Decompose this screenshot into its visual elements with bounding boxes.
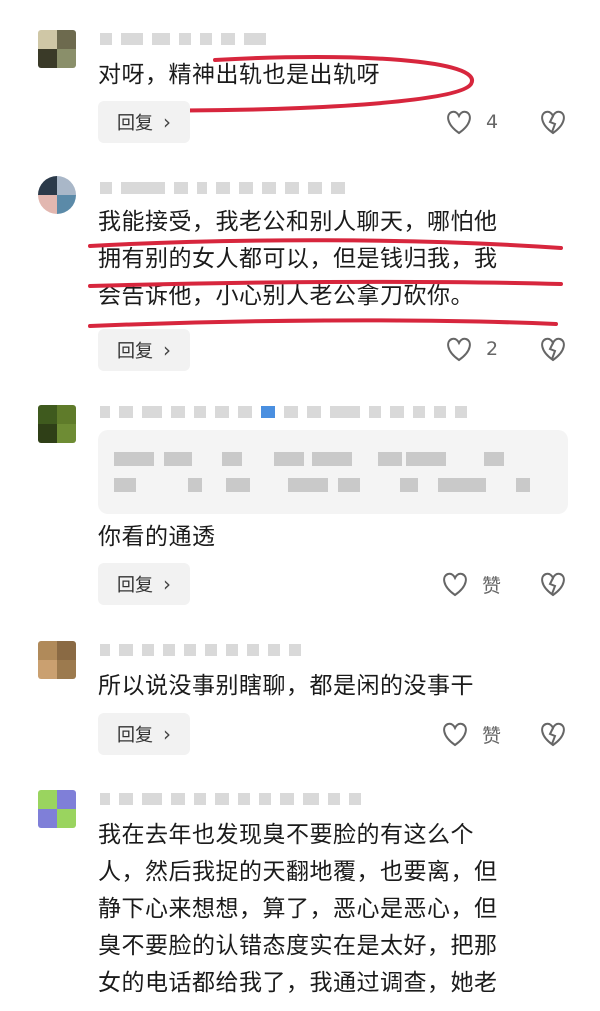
like-count: 2 bbox=[486, 338, 499, 360]
chevron-right-icon: › bbox=[163, 572, 171, 596]
reply-label: 回复 bbox=[117, 113, 153, 134]
like-count: 赞 bbox=[482, 574, 502, 597]
like-button[interactable]: 4 bbox=[444, 104, 498, 140]
quoted-content-blurred bbox=[98, 430, 568, 514]
comment-line: 我能接受，我老公和别人聊天，哪怕他 bbox=[98, 209, 498, 235]
reply-label: 回复 bbox=[117, 575, 153, 596]
comment-line: 拥有别的女人都可以，但是钱归我，我 bbox=[98, 246, 498, 272]
like-count: 4 bbox=[486, 111, 499, 133]
chevron-right-icon: › bbox=[163, 110, 171, 134]
reply-button[interactable]: 回复 › bbox=[98, 713, 190, 755]
broken-heart-icon[interactable] bbox=[538, 335, 568, 363]
username-blurred bbox=[100, 405, 467, 419]
comment-line: 人，然后我捉的天翻地覆，也要离，但 bbox=[98, 859, 498, 885]
heart-icon bbox=[447, 337, 471, 362]
like-button[interactable]: 赞 bbox=[440, 716, 501, 752]
like-count: 赞 bbox=[482, 724, 502, 747]
like-button[interactable]: 赞 bbox=[440, 566, 501, 602]
heart-icon bbox=[447, 110, 471, 135]
comment-line: 女的电话都给我了，我通过调查，她老 bbox=[98, 970, 498, 996]
broken-heart-icon[interactable] bbox=[538, 570, 568, 598]
chevron-right-icon: › bbox=[163, 338, 171, 362]
comment-text: 对呀，精神出轨也是出轨呀 bbox=[98, 57, 380, 94]
username-blurred bbox=[100, 792, 361, 806]
broken-heart-icon[interactable] bbox=[538, 108, 568, 136]
chevron-right-icon: › bbox=[163, 722, 171, 746]
comment-line: 静下心来想想，算了，恶心是恶心，但 bbox=[98, 896, 498, 922]
avatar[interactable] bbox=[38, 30, 76, 68]
comment-text: 我在去年也发现臭不要脸的有这么个 人，然后我捉的天翻地覆，也要离，但 静下心来想… bbox=[98, 817, 498, 1002]
username-blurred bbox=[100, 32, 266, 46]
comment-text: 你看的通透 bbox=[98, 519, 216, 556]
reply-label: 回复 bbox=[117, 341, 153, 362]
like-button[interactable]: 2 bbox=[444, 331, 498, 367]
comment-line: 你看的通透 bbox=[98, 524, 216, 550]
comment-line: 所以说没事别瞎聊，都是闲的没事干 bbox=[98, 673, 474, 699]
username-blurred bbox=[100, 643, 301, 657]
comment-line: 会告诉他，小心别人老公拿刀砍你。 bbox=[98, 283, 474, 309]
avatar[interactable] bbox=[38, 405, 76, 443]
reply-button[interactable]: 回复 › bbox=[98, 563, 190, 605]
comment-text: 所以说没事别瞎聊，都是闲的没事干 bbox=[98, 668, 474, 705]
avatar[interactable] bbox=[38, 641, 76, 679]
heart-icon bbox=[443, 572, 467, 597]
broken-heart-icon[interactable] bbox=[538, 720, 568, 748]
reply-button[interactable]: 回复 › bbox=[98, 329, 190, 371]
comment-line: 臭不要脸的认错态度实在是太好，把那 bbox=[98, 933, 498, 959]
avatar[interactable] bbox=[38, 176, 76, 214]
reply-button[interactable]: 回复 › bbox=[98, 101, 190, 143]
comment-text: 我能接受，我老公和别人聊天，哪怕他 拥有别的女人都可以，但是钱归我，我 会告诉他… bbox=[98, 204, 498, 315]
reply-label: 回复 bbox=[117, 725, 153, 746]
heart-icon bbox=[443, 722, 467, 747]
comment-line: 我在去年也发现臭不要脸的有这么个 bbox=[98, 822, 474, 848]
avatar[interactable] bbox=[38, 790, 76, 828]
comment-line: 对呀，精神出轨也是出轨呀 bbox=[98, 62, 380, 88]
username-blurred bbox=[100, 181, 345, 195]
